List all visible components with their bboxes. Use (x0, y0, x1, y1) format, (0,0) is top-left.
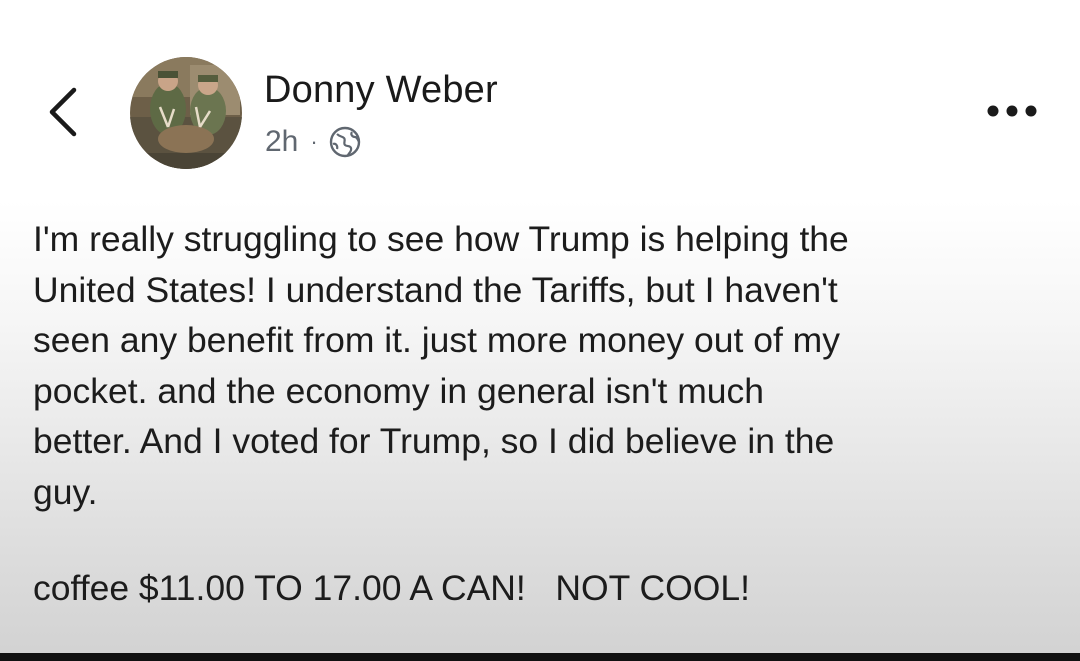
more-options-button[interactable] (984, 96, 1044, 126)
author-name[interactable]: Donny Weber (264, 68, 498, 112)
avatar[interactable] (130, 57, 242, 169)
post-meta: 2h · (265, 124, 362, 160)
back-button[interactable] (44, 84, 84, 140)
post-timestamp[interactable]: 2h (265, 125, 298, 159)
post-body-text: I'm really struggling to see how Trump i… (33, 219, 849, 512)
post-body-text-2: coffee $11.00 TO 17.00 A CAN! NOT COOL! (33, 568, 750, 608)
bottom-divider (0, 653, 1080, 661)
chevron-left-icon (49, 87, 77, 137)
globe-icon (329, 126, 360, 158)
ellipsis-icon (987, 105, 1037, 117)
meta-separator: · (310, 129, 318, 154)
